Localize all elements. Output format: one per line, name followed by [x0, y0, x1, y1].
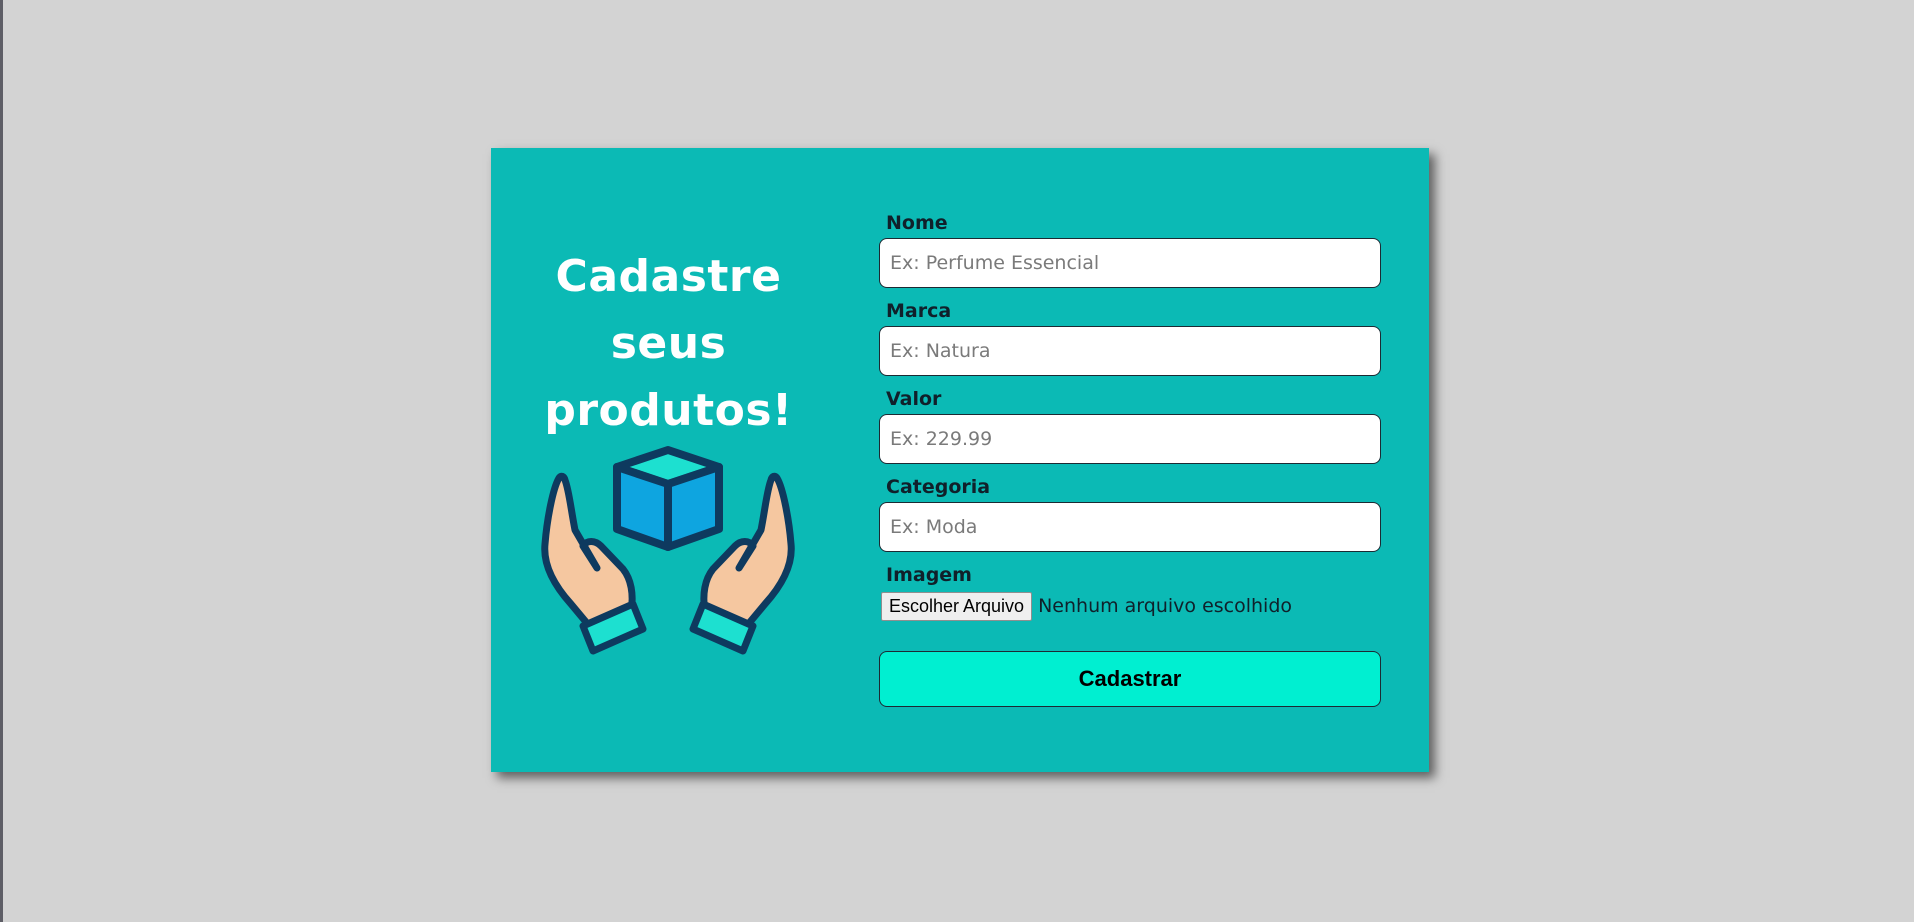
valor-label: Valor [886, 388, 942, 410]
window-edge [0, 0, 3, 922]
hero-title-line-2: seus [610, 318, 727, 369]
hero-title: Cadastre seus produtos! [491, 243, 846, 444]
image-file-picker: Escolher Arquivo Nenhum arquivo escolhid… [881, 590, 1381, 622]
valor-input[interactable] [879, 414, 1381, 464]
hero-title-line-3: produtos! [544, 385, 793, 436]
imagem-label: Imagem [886, 564, 972, 586]
product-register-card: Cadastre seus produtos! Nome Ex: Perfume… [491, 148, 1429, 772]
file-status-text: Nenhum arquivo escolhido [1038, 595, 1293, 617]
marca-input[interactable] [879, 326, 1381, 376]
box-icon [613, 446, 723, 551]
hands-holding-box-icon [541, 446, 795, 655]
hero-title-line-1: Cadastre [555, 251, 782, 302]
marca-label: Marca [886, 300, 952, 322]
cadastrar-button[interactable]: Cadastrar [879, 651, 1381, 707]
hero-panel: Cadastre seus produtos! [491, 148, 846, 772]
nome-label: Nome [886, 212, 948, 234]
categoria-input[interactable] [879, 502, 1381, 552]
nome-input[interactable] [879, 238, 1381, 288]
categoria-label: Categoria [886, 476, 991, 498]
product-form: Nome Marca Valor Categoria Imagem Escolh… [879, 208, 1381, 707]
choose-file-button[interactable]: Escolher Arquivo [881, 591, 1033, 621]
